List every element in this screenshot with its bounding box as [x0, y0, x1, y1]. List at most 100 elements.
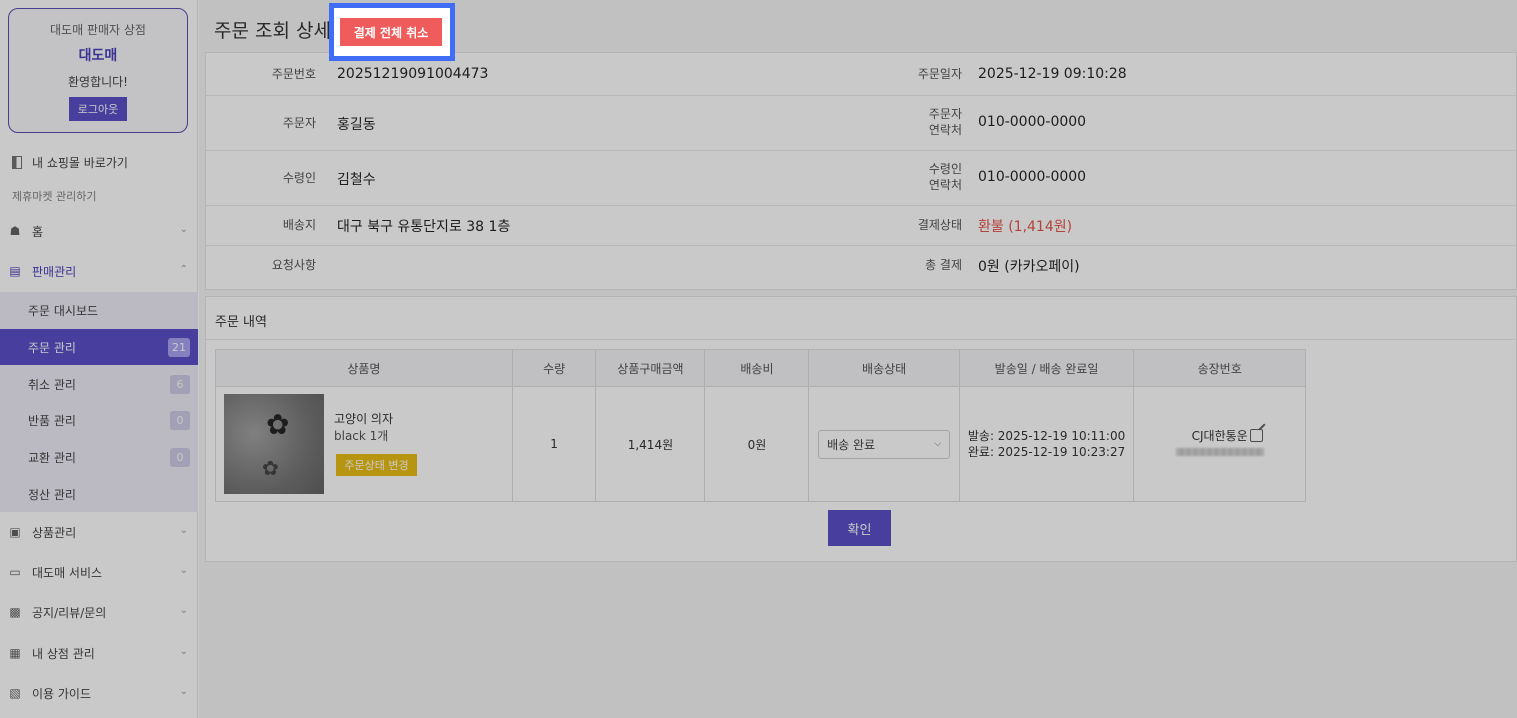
receiver-contact-label: 수령인 연락처	[852, 161, 962, 193]
submenu-item-return-manage[interactable]: 반품 관리 0	[0, 402, 198, 438]
info-row: 주문자 홍길동 주문자 연락처 010-0000-0000	[206, 96, 1517, 151]
order-items-panel: 주문 내역 상품명 수량 상품구매금액 배송비 배송상태 발송일 / 배송 완료…	[205, 296, 1517, 562]
shop-link-label: 내 쇼핑몰 바로가기	[32, 155, 128, 170]
submenu-item-label: 취소 관리	[28, 377, 76, 392]
menu-item-label: 상품관리	[32, 525, 77, 540]
dates-cell: 발송: 2025-12-19 10:11:00 완료: 2025-12-19 1…	[958, 386, 1135, 502]
order-date-value: 2025-12-19 09:10:28	[978, 66, 1127, 82]
column-header: 상품구매금액	[595, 349, 706, 387]
main-content: 주문 조회 상세 주문번호 20251219091004473 주문일자 202…	[199, 0, 1517, 718]
chart-icon: ▤	[9, 264, 21, 278]
product-cell: ✿ ✿ 고양이 의자 black 1개 주문상태 변경	[215, 386, 513, 502]
chevron-down-icon: ⌄	[179, 525, 188, 536]
order-status-change-button[interactable]: 주문상태 변경	[336, 454, 417, 476]
product-name: 고양이 의자	[334, 412, 394, 426]
shop-link[interactable]: 내 쇼핑몰 바로가기	[12, 152, 128, 172]
label-line: 연락처	[928, 178, 962, 192]
order-number-value: 20251219091004473	[337, 66, 489, 82]
column-header: 배송비	[704, 349, 810, 387]
count-badge: 6	[170, 375, 190, 394]
menu-item-home[interactable]: ☗ 홈 ⌄	[0, 216, 198, 246]
request-label: 요청사항	[271, 258, 316, 272]
payment-status-value: 환불 (1,414원)	[978, 219, 1073, 235]
chevron-down-icon: ⌄	[179, 605, 188, 616]
menu-item-products[interactable]: ▣ 상품관리 ⌄	[0, 517, 198, 547]
shipping-status-cell: 배송 완료 ⌵	[808, 386, 960, 502]
sidebar: 대도매 판매자 상점 대도매 환영합니다! 로그아웃 내 쇼핑몰 바로가기 제휴…	[0, 0, 198, 718]
order-items-heading: 주문 내역	[215, 315, 267, 330]
divider	[206, 339, 1517, 340]
chevron-down-icon: ⌵	[934, 439, 942, 449]
submenu-item-order-manage[interactable]: 주문 관리 21	[0, 329, 198, 365]
address-value: 대구 북구 유통단지로 38 1층	[337, 219, 511, 235]
submenu-item-label: 교환 관리	[28, 450, 76, 465]
menu-item-store[interactable]: ▦ 내 상점 관리 ⌄	[0, 638, 198, 668]
info-row: 수령인 김철수 수령인 연락처 010-0000-0000	[206, 151, 1517, 206]
page-title: 주문 조회 상세	[214, 20, 331, 42]
table-header-row: 상품명 수량 상품구매금액 배송비 배송상태 발송일 / 배송 완료일 송장번호	[215, 349, 1306, 387]
profile-box: 대도매 판매자 상점 대도매 환영합니다! 로그아웃	[8, 8, 188, 133]
edit-icon[interactable]	[1250, 429, 1263, 442]
product-option: black 1개	[334, 429, 389, 443]
submenu-item-exchange-manage[interactable]: 교환 관리 0	[0, 439, 198, 475]
home-icon: ☗	[9, 224, 21, 238]
menu-item-notice[interactable]: ▩ 공지/리뷰/문의 ⌄	[0, 597, 198, 627]
orderer-value: 홍길동	[337, 117, 376, 133]
order-info-panel: 주문번호 20251219091004473 주문일자 2025-12-19 0…	[205, 52, 1517, 290]
order-items-table: 상품명 수량 상품구매금액 배송비 배송상태 발송일 / 배송 완료일 송장번호…	[215, 349, 1306, 502]
confirm-button[interactable]: 확인	[828, 510, 891, 546]
submenu-item-cancel-manage[interactable]: 취소 관리 6	[0, 366, 198, 402]
menu-item-sales[interactable]: ▤ 판매관리 ⌃	[0, 256, 198, 286]
column-header: 발송일 / 배송 완료일	[958, 349, 1135, 387]
chevron-down-icon: ⌄	[179, 646, 188, 657]
menu-item-label: 공지/리뷰/문의	[32, 605, 107, 620]
carrier-name: CJ대한통운	[1191, 429, 1248, 443]
orderer-label: 주문자	[282, 116, 316, 130]
submenu-item-order-dashboard[interactable]: 주문 대시보드	[0, 292, 198, 328]
menu-item-service[interactable]: ▭ 대도매 서비스 ⌄	[0, 557, 198, 587]
invoice-cell: CJ대한통운	[1133, 386, 1306, 502]
submenu-item-settlement-manage[interactable]: 정산 관리	[0, 476, 198, 512]
address-label: 배송지	[282, 218, 316, 232]
info-row: 요청사항 총 결제 0원 (카카오페이)	[206, 246, 1517, 290]
label-line: 수령인	[928, 162, 962, 176]
book-icon: ▧	[9, 686, 21, 700]
submenu-item-label: 주문 관리	[28, 340, 76, 355]
logout-button[interactable]: 로그아웃	[69, 97, 127, 121]
completed-date: 완료: 2025-12-19 10:23:27	[967, 445, 1126, 459]
product-thumbnail: ✿ ✿	[224, 394, 324, 494]
submenu-item-label: 주문 대시보드	[28, 303, 99, 318]
receiver-value: 김철수	[337, 172, 376, 188]
profile-name: 대도매	[78, 48, 118, 64]
chevron-down-icon: ⌄	[179, 686, 188, 697]
payment-status-label: 결제상태	[917, 218, 962, 232]
highlight-frame: 결제 전체 취소	[329, 3, 455, 61]
chevron-down-icon: ⌄	[179, 565, 188, 576]
paw-icon: ✿	[266, 408, 290, 441]
menu-item-label: 내 상점 관리	[32, 646, 95, 661]
book-icon	[12, 155, 22, 169]
quantity-cell: 1	[511, 386, 597, 502]
chevron-down-icon: ⌄	[179, 224, 188, 235]
chevron-up-icon: ⌃	[179, 264, 188, 275]
label-line: 연락처	[928, 123, 962, 137]
clipboard-icon: ▩	[9, 605, 21, 619]
card-icon: ▭	[9, 565, 21, 579]
submenu-item-label: 정산 관리	[28, 487, 76, 502]
order-date-label: 주문일자	[917, 67, 962, 81]
menu-item-label: 이용 가이드	[32, 686, 92, 701]
label-line: 주문자	[928, 107, 962, 121]
menu-item-label: 대도매 서비스	[32, 565, 103, 580]
shipping-fee-cell: 0원	[704, 386, 810, 502]
menu-item-guide[interactable]: ▧ 이용 가이드 ⌄	[0, 678, 198, 708]
total-payment-value: 0원 (카카오페이)	[978, 259, 1080, 275]
total-payment-label: 총 결제	[925, 258, 962, 272]
shipping-status-select[interactable]: 배송 완료 ⌵	[818, 429, 951, 459]
order-number-label: 주문번호	[271, 67, 316, 81]
shipped-date: 발송: 2025-12-19 10:11:00	[967, 429, 1126, 443]
count-badge: 21	[168, 338, 190, 357]
sales-submenu: 주문 대시보드 주문 관리 21 취소 관리 6 반품 관리 0 교환 관리 0…	[0, 292, 198, 512]
store-icon: ▦	[9, 646, 21, 660]
cancel-all-payment-button[interactable]: 결제 전체 취소	[340, 18, 442, 46]
table-row: ✿ ✿ 고양이 의자 black 1개 주문상태 변경 1 1,414원 0원 …	[215, 386, 1306, 502]
